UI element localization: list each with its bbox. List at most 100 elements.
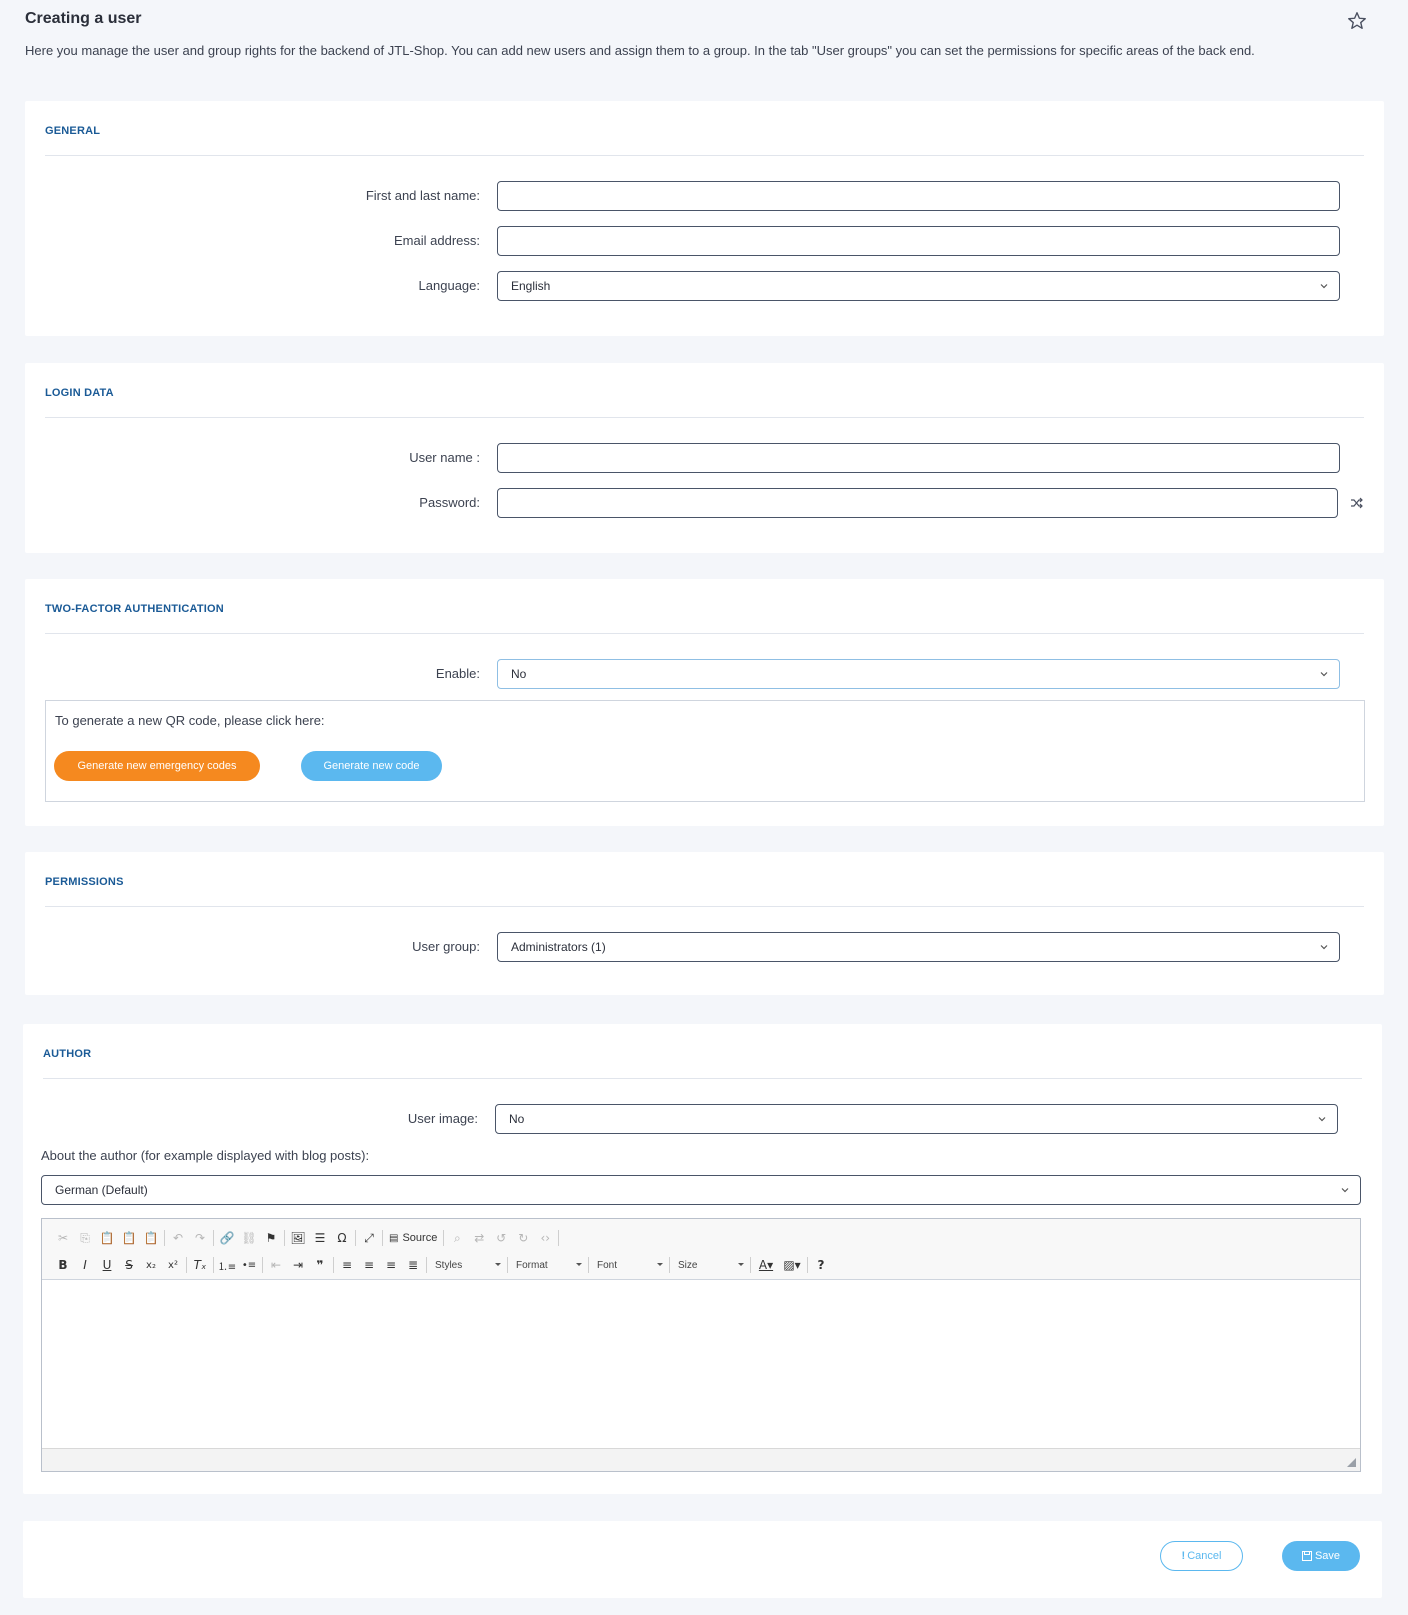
toolbar-separator (164, 1230, 165, 1246)
source-button[interactable]: ▤ Source (385, 1232, 441, 1244)
toolbar-separator (750, 1257, 751, 1273)
toolbar-separator (443, 1230, 445, 1246)
styles-dropdown[interactable]: Styles (429, 1255, 505, 1275)
page-title: Creating a user (25, 10, 142, 27)
align-center-icon[interactable]: ≡ (358, 1254, 380, 1276)
language-label: Language: (418, 278, 480, 293)
paste-word-icon[interactable]: 📋 (140, 1227, 162, 1249)
italic-icon[interactable]: I (74, 1254, 96, 1276)
general-section: GENERAL First and last name: Email addre… (25, 101, 1384, 336)
align-justify-icon[interactable]: ≣ (402, 1254, 424, 1276)
section-title-twofa: TWO-FACTOR AUTHENTICATION (45, 603, 224, 615)
special-char-icon[interactable]: Ω (331, 1227, 353, 1249)
twofa-enable-select[interactable]: No (497, 659, 1340, 689)
help-icon[interactable]: ? (810, 1254, 832, 1276)
chevron-down-icon (1341, 1188, 1349, 1193)
section-title-general: GENERAL (45, 125, 101, 137)
format-dropdown[interactable]: Format (510, 1255, 586, 1275)
name-input[interactable] (497, 181, 1340, 211)
undo-icon[interactable]: ↶ (167, 1227, 189, 1249)
source-doc-icon: ▤ (389, 1232, 399, 1244)
font-label: Font (597, 1259, 618, 1271)
toolbar-separator (213, 1257, 214, 1273)
shuffle-icon[interactable] (1350, 496, 1364, 510)
redo-alt-icon[interactable]: ↻ (512, 1227, 534, 1249)
enable-label: Enable: (435, 666, 480, 681)
background-color-icon[interactable]: ▨▾ (779, 1254, 805, 1276)
maximize-icon[interactable]: ⤢ (358, 1227, 380, 1249)
exclamation-icon: ! (1181, 1550, 1186, 1562)
numbered-list-icon[interactable]: ⒈≡ (216, 1254, 238, 1276)
outdent-icon[interactable]: ⇤ (265, 1254, 287, 1276)
chevron-down-icon (1318, 1117, 1326, 1122)
password-input[interactable] (497, 488, 1338, 518)
size-label: Size (678, 1259, 698, 1271)
toolbar-separator (669, 1257, 670, 1273)
cut-icon[interactable]: ✂ (52, 1227, 74, 1249)
cancel-button[interactable]: ! Cancel (1160, 1541, 1243, 1571)
login-section: LOGIN DATA User name : Password: (25, 363, 1384, 553)
format-label: Format (516, 1259, 548, 1271)
code-icon[interactable]: ‹› (534, 1227, 556, 1249)
footer-actions: ! Cancel Save (23, 1521, 1382, 1598)
user-image-select[interactable]: No (495, 1104, 1338, 1134)
indent-icon[interactable]: ⇥ (287, 1254, 309, 1276)
paste-icon[interactable]: 📋 (96, 1227, 118, 1249)
link-icon[interactable]: 🔗 (216, 1227, 238, 1249)
floppy-icon (1301, 1551, 1312, 1561)
chevron-down-icon (1320, 284, 1328, 289)
redo-icon[interactable]: ↷ (189, 1227, 211, 1249)
user-group-select[interactable]: Administrators (1) (497, 932, 1340, 962)
divider (45, 906, 1364, 907)
language-select-value: English (511, 279, 551, 293)
email-input[interactable] (497, 226, 1340, 256)
source-label: Source (402, 1232, 438, 1244)
star-icon[interactable] (1346, 10, 1368, 32)
align-right-icon[interactable]: ≡ (380, 1254, 402, 1276)
subscript-icon[interactable]: x₂ (140, 1254, 162, 1276)
save-button[interactable]: Save (1282, 1541, 1360, 1571)
find-icon[interactable]: ⌕ (446, 1227, 468, 1249)
toolbar-separator (382, 1230, 383, 1246)
username-input[interactable] (497, 443, 1340, 473)
resize-grip-icon[interactable] (1347, 1458, 1356, 1467)
image-icon[interactable]: 🖼 (287, 1227, 309, 1249)
bullet-list-icon[interactable]: •≡ (238, 1254, 260, 1276)
strikethrough-icon[interactable]: S (118, 1254, 140, 1276)
anchor-flag-icon[interactable]: ⚑ (260, 1227, 282, 1249)
editor-content-area[interactable] (42, 1280, 1360, 1449)
bold-icon[interactable]: B (52, 1254, 74, 1276)
remove-format-icon[interactable]: Tₓ (189, 1254, 211, 1276)
divider (45, 417, 1364, 418)
generate-emergency-codes-button[interactable]: Generate new emergency codes (54, 751, 260, 781)
chevron-down-icon (576, 1263, 582, 1266)
toolbar-separator (588, 1257, 589, 1273)
toolbar-separator (355, 1230, 356, 1246)
user-image-label: User image: (407, 1111, 478, 1126)
blockquote-icon[interactable]: ❞ (309, 1254, 331, 1276)
copy-icon[interactable]: ⎘ (74, 1227, 96, 1249)
superscript-icon[interactable]: x² (162, 1254, 184, 1276)
language-select[interactable]: English (497, 271, 1340, 301)
text-color-icon[interactable]: A▾ (753, 1254, 779, 1276)
font-dropdown[interactable]: Font (591, 1255, 667, 1275)
permissions-section: PERMISSIONS User group: Administrators (… (25, 852, 1384, 995)
toolbar-separator (507, 1257, 508, 1273)
align-left-icon[interactable]: ≡ (336, 1254, 358, 1276)
underline-icon[interactable]: U (96, 1254, 118, 1276)
unlink-icon[interactable]: ⛓ (238, 1227, 260, 1249)
undo-alt-icon[interactable]: ↺ (490, 1227, 512, 1249)
size-dropdown[interactable]: Size (672, 1255, 748, 1275)
paste-text-icon[interactable]: 📋 (118, 1227, 140, 1249)
divider (45, 155, 1364, 156)
horizontal-line-icon[interactable]: ☰ (309, 1227, 331, 1249)
qr-instruction: To generate a new QR code, please click … (55, 713, 325, 728)
author-language-select[interactable]: German (Default) (41, 1175, 1361, 1205)
author-language-value: German (Default) (55, 1183, 148, 1197)
generate-new-code-button[interactable]: Generate new code (301, 751, 442, 781)
username-label: User name : (409, 450, 480, 465)
twofa-enable-value: No (511, 667, 527, 681)
toolbar-separator (284, 1230, 285, 1246)
replace-icon[interactable]: ⇄ (468, 1227, 490, 1249)
divider (45, 633, 1364, 634)
